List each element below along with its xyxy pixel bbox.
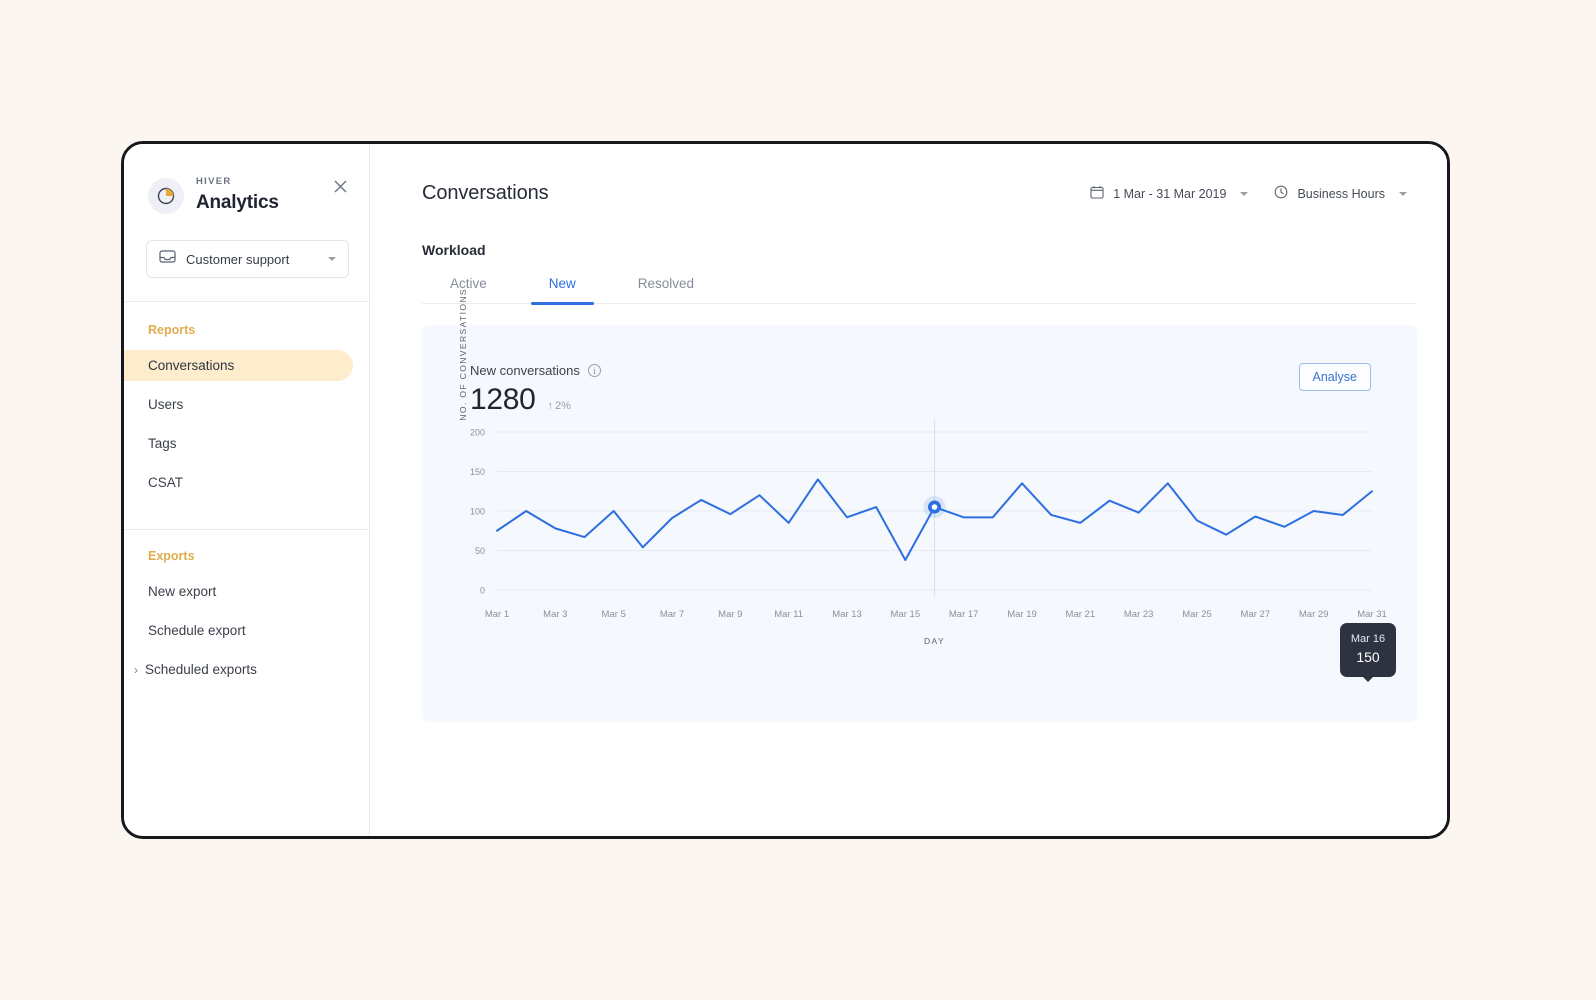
header-filters: 1 Mar - 31 Mar 2019 Business Hours	[1090, 185, 1417, 202]
sidebar-item-label: Tags	[148, 436, 177, 451]
info-icon[interactable]: i	[587, 364, 601, 377]
chart-tooltip: Mar 16 150	[1340, 623, 1396, 682]
tab-new[interactable]: New	[530, 276, 594, 305]
brand-text: HIVER Analytics	[196, 176, 279, 216]
sidebar-item-label: Scheduled exports	[145, 662, 257, 677]
chart-card: New conversations i 1280 ↑ 2% Analyse NO…	[422, 288, 1417, 722]
workload-tabs: Active New Resolved	[422, 276, 1417, 305]
svg-text:Mar 9: Mar 9	[718, 609, 742, 620]
sidebar-item-tags[interactable]: Tags	[124, 428, 353, 459]
date-range-label: 1 Mar - 31 Mar 2019	[1113, 186, 1227, 201]
brand-eyebrow: HIVER	[196, 176, 232, 187]
calendar-icon	[1090, 185, 1104, 202]
svg-text:50: 50	[475, 546, 485, 556]
tooltip-value: 150	[1356, 649, 1380, 665]
chevron-down-icon	[1240, 191, 1249, 196]
reports-section: Reports Conversations Users Tags CSAT	[124, 302, 369, 506]
sidebar-item-label: Conversations	[148, 358, 235, 373]
main-header: Conversations 1 Mar - 31 Mar 2019 Busine…	[422, 144, 1417, 205]
sidebar-item-label: New export	[148, 584, 217, 599]
sidebar-item-schedule-export[interactable]: Schedule export	[124, 615, 353, 646]
svg-text:Mar 21: Mar 21	[1066, 609, 1096, 620]
svg-text:200: 200	[470, 428, 485, 438]
chevron-down-icon	[328, 257, 336, 261]
svg-text:150: 150	[470, 467, 485, 477]
sidebar-item-new-export[interactable]: New export	[124, 576, 353, 607]
sidebar: HIVER Analytics Customer support Reports…	[124, 144, 370, 836]
business-hours-filter[interactable]: Business Hours	[1274, 185, 1407, 202]
svg-text:Mar 17: Mar 17	[949, 609, 979, 620]
chevron-down-icon	[1399, 191, 1407, 196]
svg-text:Mar 19: Mar 19	[1007, 609, 1037, 620]
page-title: Conversations	[422, 182, 549, 204]
svg-text:Mar 13: Mar 13	[832, 609, 862, 620]
tab-active[interactable]: Active	[432, 276, 505, 303]
brand-title: Analytics	[196, 192, 279, 213]
chevron-right-icon: ›	[134, 662, 138, 677]
svg-text:Mar 15: Mar 15	[891, 609, 921, 620]
metric-header: New conversations i 1280 ↑ 2%	[470, 363, 1371, 417]
svg-text:Mar 25: Mar 25	[1182, 609, 1212, 620]
metric-delta: ↑ 2%	[548, 400, 571, 412]
date-range-filter[interactable]: 1 Mar - 31 Mar 2019	[1090, 185, 1249, 202]
sidebar-item-label: CSAT	[148, 475, 184, 490]
inbox-selector[interactable]: Customer support	[146, 240, 349, 278]
metric-value-row: 1280 ↑ 2%	[470, 383, 601, 417]
svg-text:100: 100	[470, 507, 485, 517]
exports-heading: Exports	[148, 549, 195, 563]
sidebar-item-label: Schedule export	[148, 623, 246, 638]
inbox-selector-label: Customer support	[186, 251, 290, 267]
metric-delta-value: 2%	[555, 400, 571, 412]
sidebar-item-label: Users	[148, 397, 184, 412]
sidebar-item-users[interactable]: Users	[124, 389, 353, 420]
metric-label: New conversations	[470, 363, 580, 378]
clock-icon	[1274, 185, 1288, 202]
exports-section: Exports New export Schedule export › Sch…	[124, 530, 369, 693]
analyse-button[interactable]: Analyse	[1298, 363, 1371, 391]
hiver-logo-icon	[148, 178, 184, 214]
svg-text:Mar 23: Mar 23	[1124, 609, 1154, 620]
brand-header: HIVER Analytics	[124, 144, 369, 216]
svg-text:Mar 7: Mar 7	[660, 609, 684, 620]
svg-text:Mar 5: Mar 5	[602, 609, 626, 620]
analytics-window: HIVER Analytics Customer support Reports…	[121, 141, 1450, 839]
close-icon[interactable]	[331, 177, 349, 195]
svg-text:0: 0	[480, 586, 485, 596]
svg-text:Mar 27: Mar 27	[1241, 609, 1271, 620]
tab-resolved[interactable]: Resolved	[620, 276, 712, 303]
metric-value: 1280	[470, 383, 536, 416]
workload-section-title: Workload	[422, 242, 486, 258]
arrow-up-icon: ↑	[547, 400, 554, 412]
sidebar-item-scheduled-exports[interactable]: › Scheduled exports	[124, 654, 353, 685]
business-hours-label: Business Hours	[1297, 186, 1385, 201]
svg-text:DAY: DAY	[924, 636, 945, 646]
sidebar-item-conversations[interactable]: Conversations	[124, 350, 353, 381]
plot-area: NO. OF CONVERSATIONS 0 50 100 150 200 Mar 1 Ma…	[422, 288, 1417, 710]
metric-label-row: New conversations i	[470, 363, 601, 378]
sidebar-item-csat[interactable]: CSAT	[124, 467, 353, 498]
tooltip-date: Mar 16	[1350, 633, 1386, 645]
svg-text:Mar 31: Mar 31	[1357, 609, 1387, 620]
inbox-icon	[159, 249, 176, 269]
svg-text:Mar 1: Mar 1	[485, 609, 509, 620]
line-chart[interactable]: 0 50 100 150 200 Mar 1 Mar 3 Mar 5 Mar 7 Mar 9 Mar…	[422, 420, 1422, 710]
svg-text:Mar 11: Mar 11	[774, 609, 803, 620]
svg-text:Mar 29: Mar 29	[1299, 609, 1329, 620]
reports-heading: Reports	[148, 323, 196, 337]
svg-text:Mar 3: Mar 3	[543, 609, 567, 620]
main-content: Conversations 1 Mar - 31 Mar 2019 Busine…	[370, 144, 1447, 836]
